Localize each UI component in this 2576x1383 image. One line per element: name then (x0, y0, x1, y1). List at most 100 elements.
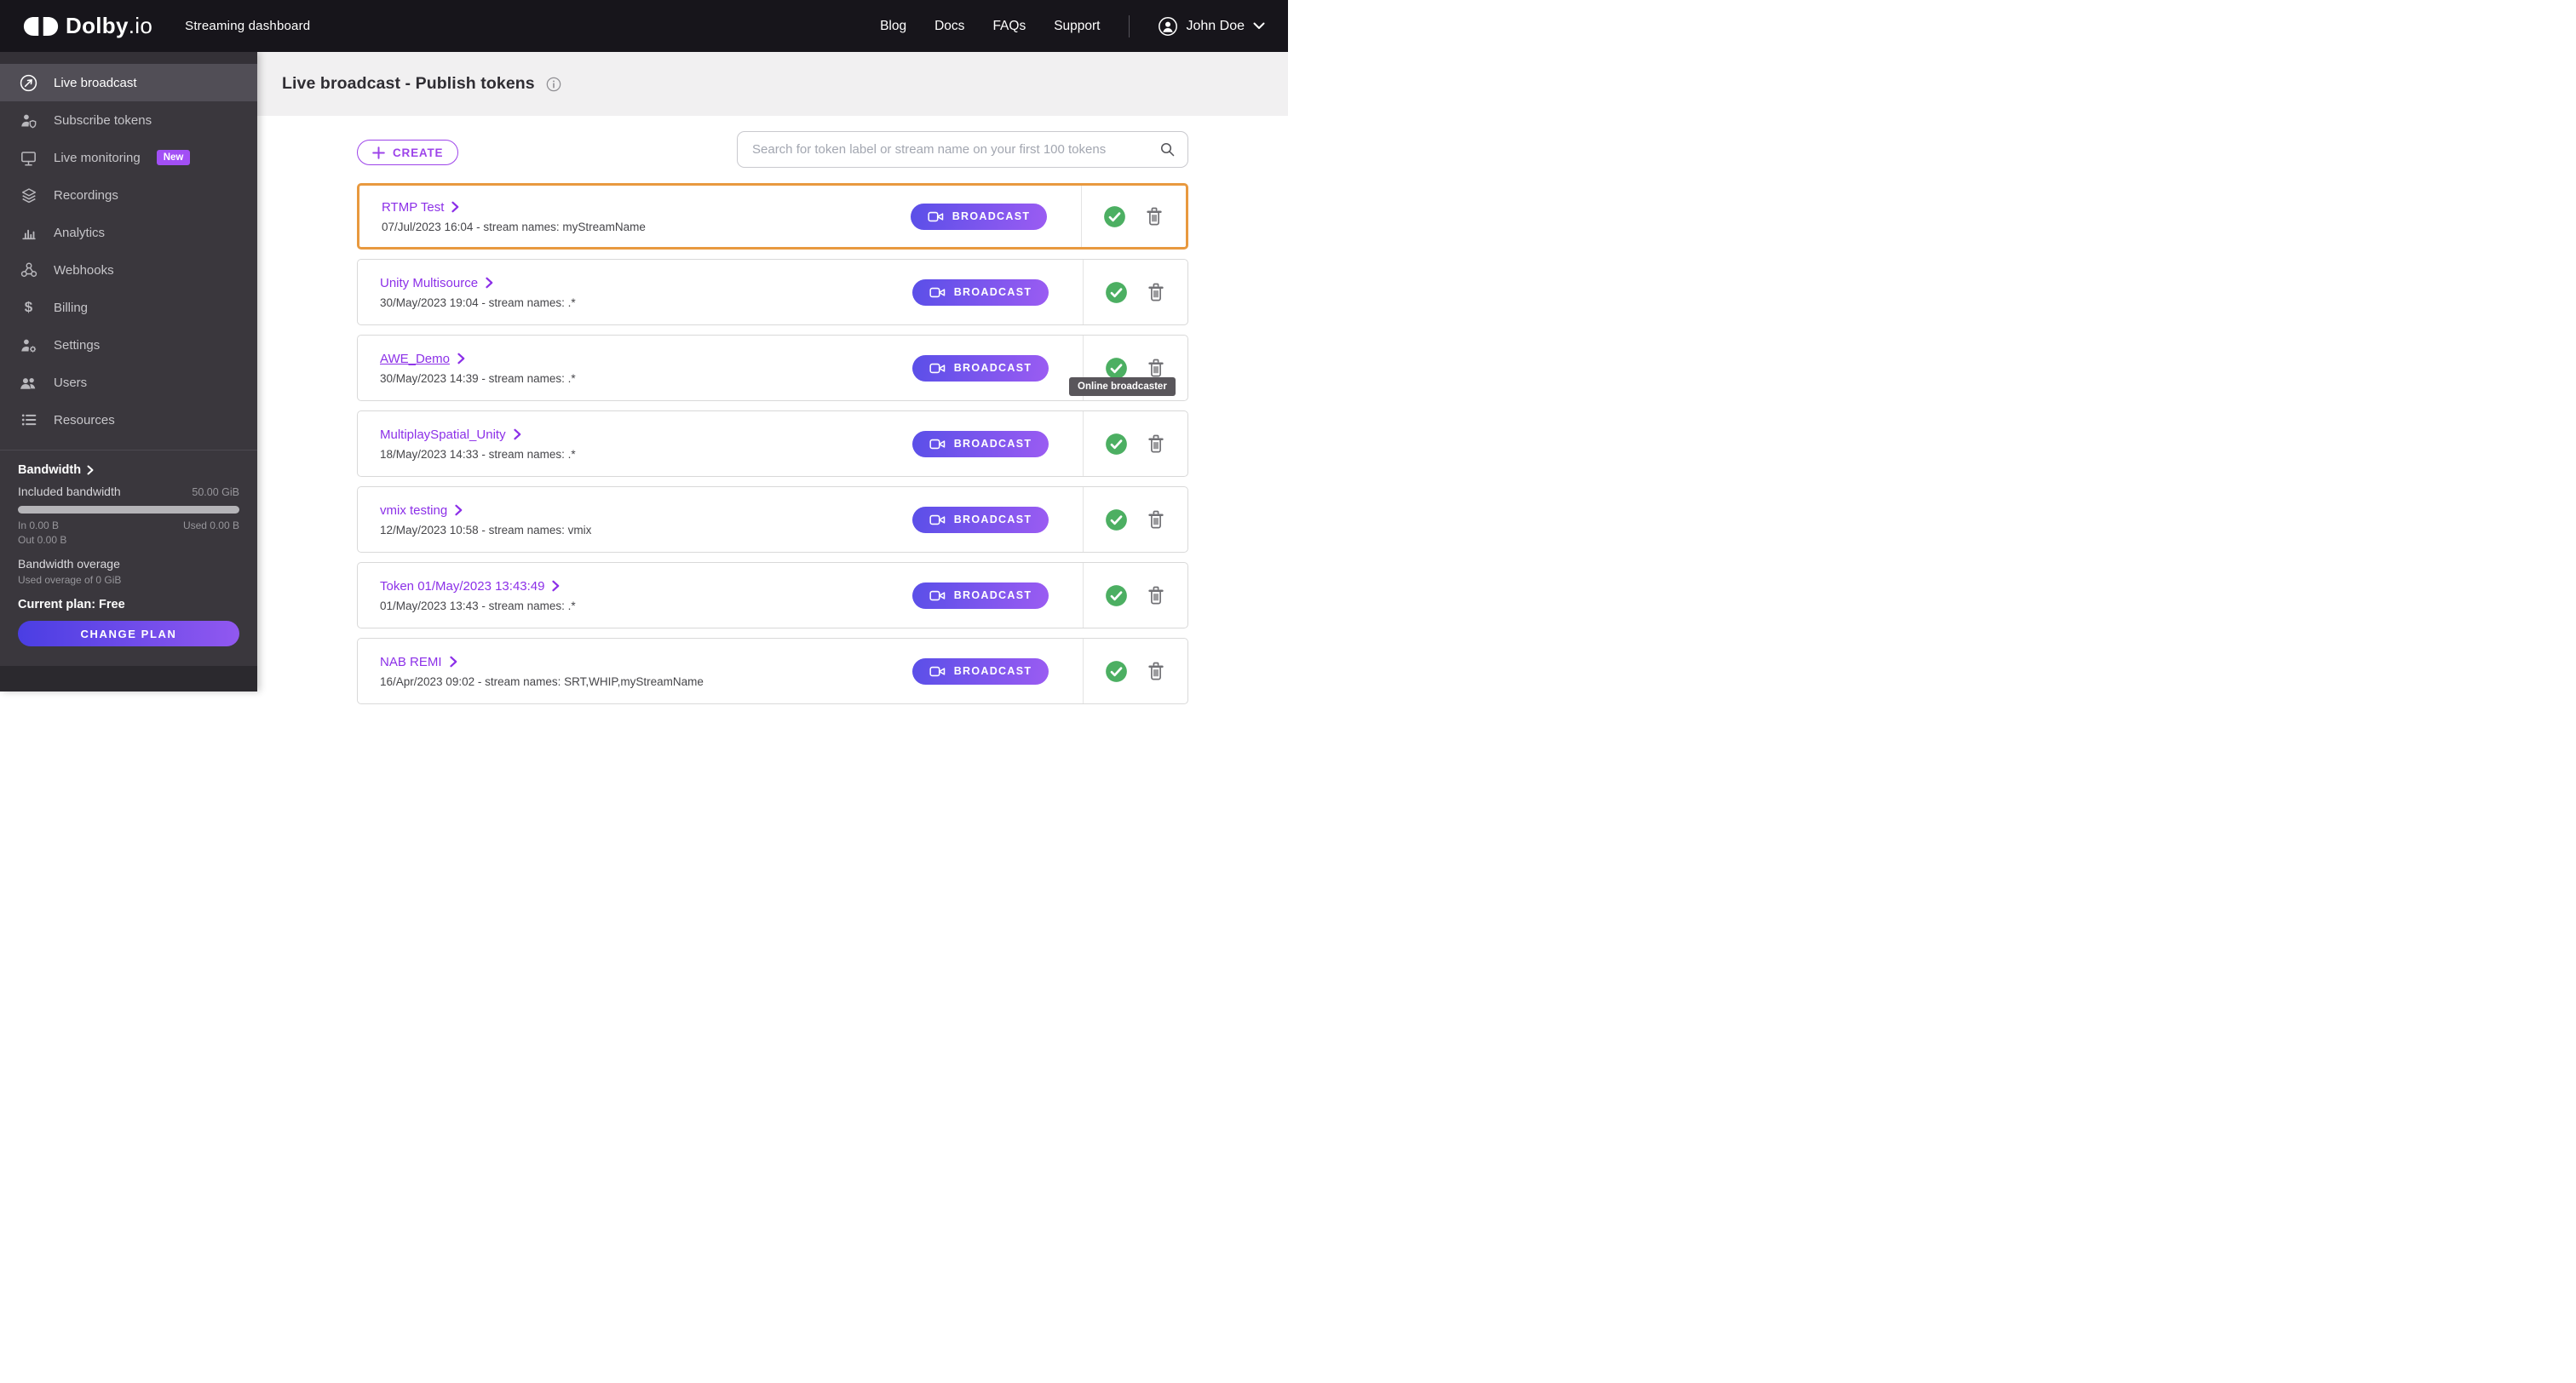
info-icon[interactable] (545, 76, 562, 93)
broadcast-button[interactable]: BROADCAST (912, 354, 1049, 382)
trash-icon (1146, 282, 1166, 303)
video-camera-icon (929, 361, 946, 376)
token-info: vmix testing 12/May/2023 10:58 - stream … (380, 503, 591, 537)
delete-button[interactable] (1144, 206, 1164, 227)
broadcast-button[interactable]: BROADCAST (912, 506, 1049, 533)
bandwidth-title-label: Bandwidth (18, 463, 82, 477)
token-link[interactable]: vmix testing (380, 503, 591, 518)
sidebar-item-subscribe-tokens[interactable]: Subscribe tokens (0, 101, 257, 139)
token-row-main: vmix testing 12/May/2023 10:58 - stream … (358, 487, 1083, 552)
chevron-right-icon (451, 201, 459, 213)
sidebar-item-label: Live monitoring (54, 150, 141, 165)
token-link-label: vmix testing (380, 502, 448, 518)
sidebar-item-label: Subscribe tokens (54, 112, 152, 128)
sidebar-item-webhooks[interactable]: Webhooks (0, 251, 257, 289)
delete-button[interactable] (1146, 661, 1166, 682)
token-row-main: NAB REMI 16/Apr/2023 09:02 - stream name… (358, 639, 1083, 703)
layers-icon (18, 186, 39, 204)
live-broadcast-icon (18, 73, 39, 93)
broadcast-button[interactable]: BROADCAST (912, 430, 1049, 457)
video-camera-icon (928, 209, 944, 224)
delete-button[interactable] (1146, 358, 1166, 379)
token-link[interactable]: AWE_Demo (380, 352, 576, 366)
token-link[interactable]: NAB REMI (380, 655, 704, 669)
sidebar-item-settings[interactable]: Settings (0, 326, 257, 364)
sidebar-item-live-monitoring[interactable]: Live monitoring New (0, 139, 257, 176)
video-camera-icon (929, 588, 946, 603)
webhook-icon (18, 261, 39, 279)
broadcast-button-label: BROADCAST (953, 665, 1032, 677)
token-link[interactable]: Unity Multisource (380, 276, 576, 290)
navbar-right: Blog Docs FAQs Support John Doe (880, 14, 1266, 37)
broadcast-button[interactable]: BROADCAST (912, 582, 1049, 609)
nav-link-faqs[interactable]: FAQs (992, 19, 1026, 34)
top-navbar: Dolby.io Streaming dashboard Blog Docs F… (0, 0, 1288, 52)
token-link[interactable]: MultiplaySpatial_Unity (380, 428, 576, 442)
sidebar-item-label: Analytics (54, 225, 106, 240)
chevron-right-icon (87, 465, 94, 475)
broadcast-button[interactable]: BROADCAST (912, 278, 1049, 306)
monitor-icon (18, 148, 39, 168)
create-button-label: CREATE (393, 146, 444, 159)
nav-link-docs[interactable]: Docs (934, 19, 964, 34)
sidebar-item-users[interactable]: Users (0, 364, 257, 401)
main-content: CREATE RTMP Test (257, 116, 1288, 704)
status-check-icon (1105, 660, 1128, 683)
token-info: AWE_Demo 30/May/2023 14:39 - stream name… (380, 352, 576, 385)
sidebar-item-label: Users (54, 375, 88, 390)
token-row-main: MultiplaySpatial_Unity 18/May/2023 14:33… (358, 411, 1083, 476)
delete-button[interactable] (1146, 282, 1166, 303)
sidebar-item-analytics[interactable]: Analytics (0, 214, 257, 251)
chevron-right-icon (552, 580, 560, 592)
trash-icon (1146, 509, 1166, 531)
nav-link-support[interactable]: Support (1054, 19, 1100, 34)
delete-button[interactable] (1146, 509, 1166, 531)
sidebar-footer-strip (0, 666, 257, 692)
change-plan-button[interactable]: CHANGE PLAN (18, 621, 239, 646)
broadcast-button[interactable]: BROADCAST (912, 657, 1049, 685)
token-row: Unity Multisource 30/May/2023 19:04 - st… (357, 259, 1188, 325)
broadcast-button-label: BROADCAST (953, 286, 1032, 298)
users-icon (18, 373, 39, 393)
chevron-right-icon (457, 353, 465, 364)
token-row-main: AWE_Demo 30/May/2023 14:39 - stream name… (358, 336, 1083, 400)
token-row: NAB REMI 16/Apr/2023 09:02 - stream name… (357, 638, 1188, 704)
included-bandwidth-value: 50.00 GiB (192, 486, 239, 498)
token-meta: 18/May/2023 14:33 - stream names: .* (380, 447, 576, 461)
user-menu[interactable]: John Doe (1158, 16, 1266, 37)
token-row: AWE_Demo 30/May/2023 14:39 - stream name… (357, 335, 1188, 401)
token-list: RTMP Test 07/Jul/2023 16:04 - stream nam… (357, 183, 1188, 704)
token-info: Token 01/May/2023 13:43:49 01/May/2023 1… (380, 579, 576, 612)
broadcast-button[interactable]: BROADCAST (911, 203, 1047, 230)
trash-icon (1146, 358, 1166, 379)
plus-icon (372, 146, 385, 159)
bandwidth-overage-detail: Used overage of 0 GiB (18, 574, 122, 586)
list-icon (18, 410, 39, 429)
sidebar-item-label: Webhooks (54, 262, 114, 278)
dolby-logo[interactable]: Dolby.io (23, 13, 152, 39)
video-camera-icon (929, 437, 946, 451)
token-list-area: CREATE RTMP Test (357, 131, 1188, 714)
status-check-icon (1105, 433, 1128, 456)
sidebar-item-resources[interactable]: Resources (0, 401, 257, 439)
delete-button[interactable] (1146, 433, 1166, 455)
search-icon (1159, 141, 1176, 158)
sidebar-top-strip (0, 52, 257, 64)
sidebar-item-recordings[interactable]: Recordings (0, 176, 257, 214)
status-check-icon (1103, 205, 1126, 228)
sidebar-item-billing[interactable]: $ Billing (0, 289, 257, 326)
search-input[interactable] (737, 131, 1188, 168)
token-link[interactable]: Token 01/May/2023 13:43:49 (380, 579, 576, 594)
status-check-icon (1105, 357, 1128, 380)
broadcast-button-label: BROADCAST (953, 438, 1032, 450)
create-button[interactable]: CREATE (357, 140, 459, 165)
bandwidth-overage-title: Bandwidth overage (18, 557, 120, 571)
nav-link-blog[interactable]: Blog (880, 19, 906, 34)
person-shield-icon (18, 111, 39, 130)
token-link[interactable]: RTMP Test (382, 200, 646, 215)
bandwidth-in: In 0.00 B (18, 519, 60, 531)
sidebar: Live broadcast Subscribe tokens Live mon… (0, 52, 257, 692)
delete-button[interactable] (1146, 585, 1166, 606)
sidebar-item-live-broadcast[interactable]: Live broadcast (0, 64, 257, 101)
bandwidth-title[interactable]: Bandwidth (18, 463, 239, 477)
